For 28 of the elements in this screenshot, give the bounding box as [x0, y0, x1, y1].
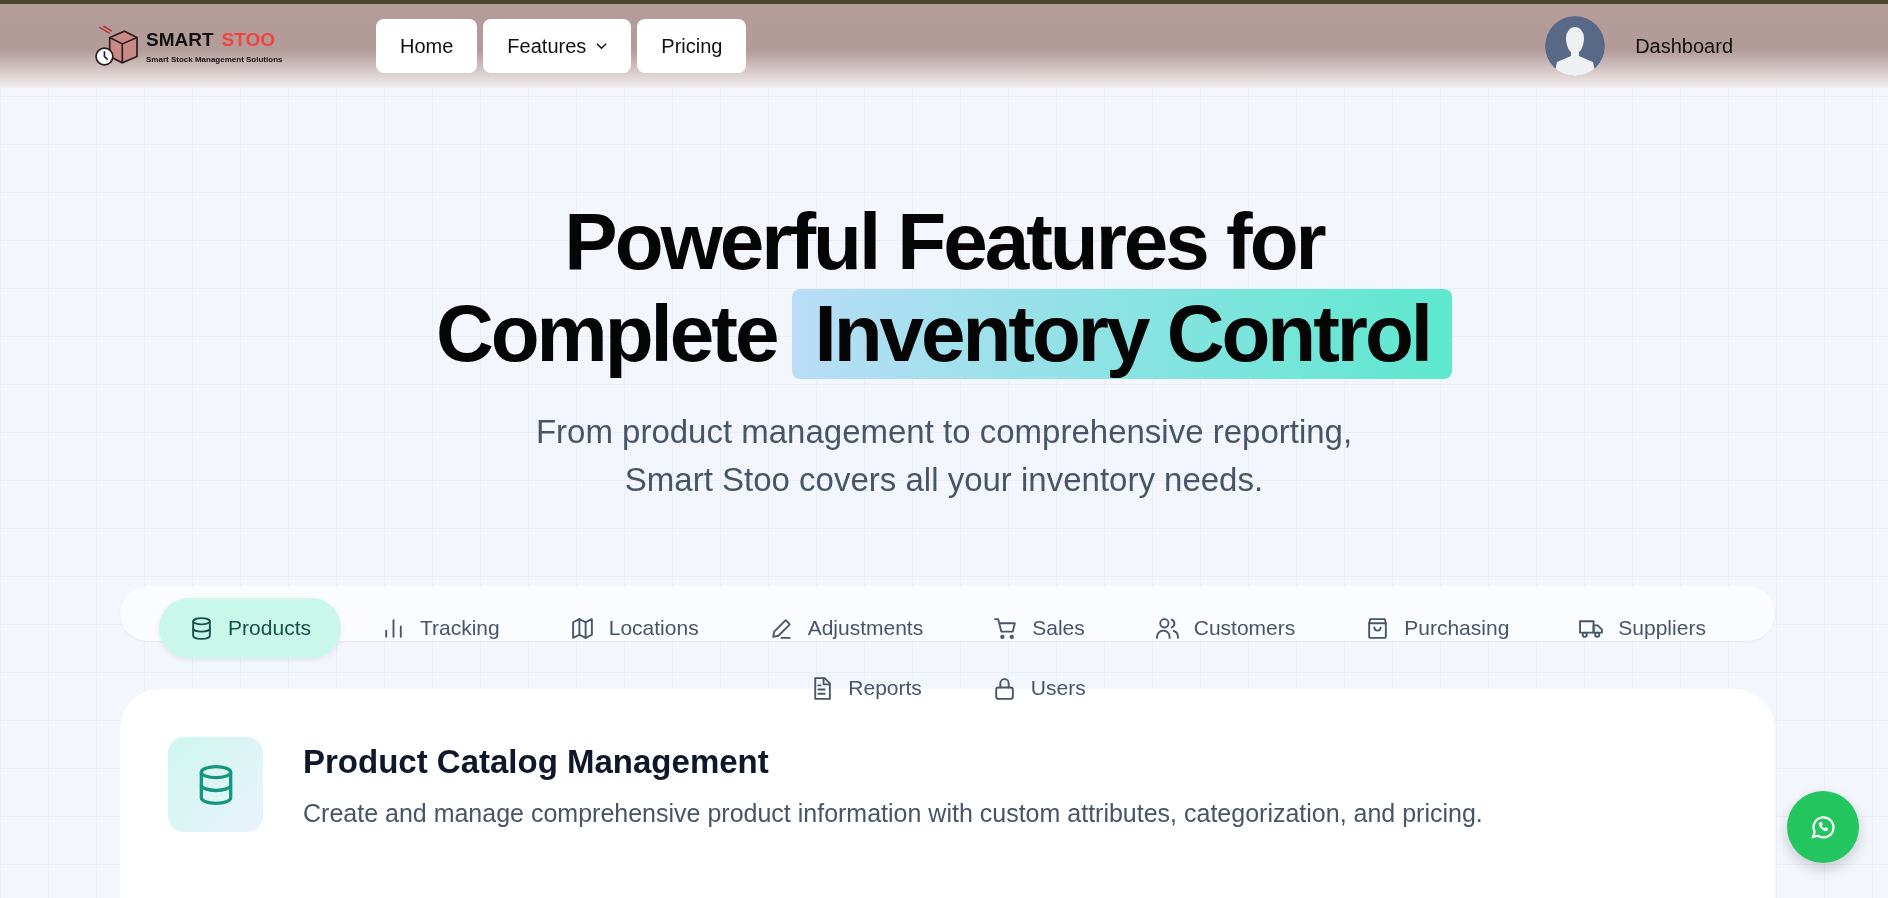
cart-icon — [993, 615, 1019, 641]
hero-title: Powerful Features for — [564, 196, 1324, 288]
feature-tab[interactable]: Suppliers — [1549, 598, 1736, 658]
users-icon — [1154, 615, 1180, 641]
feature-tab[interactable]: Products — [159, 598, 341, 658]
map-icon — [569, 615, 595, 641]
feature-description: Create and manage comprehensive product information with custom attributes, categorization, and pricing. — [303, 799, 1483, 828]
hero-title-highlight: Inventory Control — [792, 289, 1453, 379]
brand-name: STOO — [221, 28, 276, 51]
feature-tab[interactable]: Sales — [963, 598, 1115, 658]
hero-title: Complete — [435, 288, 777, 380]
hero-subtitle: From product management to comprehensive reporting, Smart Stoo covers all your inventory needs. — [535, 412, 1353, 500]
feature-tab[interactable]: Locations — [539, 598, 729, 658]
avatar-icon[interactable] — [1545, 16, 1606, 76]
feature-tab[interactable]: Adjustments — [738, 598, 954, 658]
feature-tab[interactable]: Purchasing — [1335, 598, 1540, 658]
feature-tab[interactable]: Tracking — [351, 598, 530, 658]
dashboard-link[interactable]: Dashboard — [1635, 34, 1733, 58]
feature-title: Product Catalog Management — [303, 743, 770, 781]
nav-button[interactable]: Pricing — [637, 19, 747, 73]
feature-tab[interactable]: Customers — [1124, 598, 1326, 658]
chevron-down-icon — [596, 42, 608, 50]
nav-button[interactable]: Home — [376, 19, 478, 73]
brand-tagline: Smart Stock Management Solutions — [146, 54, 283, 64]
feature-tab[interactable]: Reports — [779, 658, 952, 718]
nav-button[interactable]: Features — [483, 19, 632, 73]
brand-name: SMART — [146, 28, 214, 51]
feature-tab[interactable]: Users — [961, 658, 1116, 718]
